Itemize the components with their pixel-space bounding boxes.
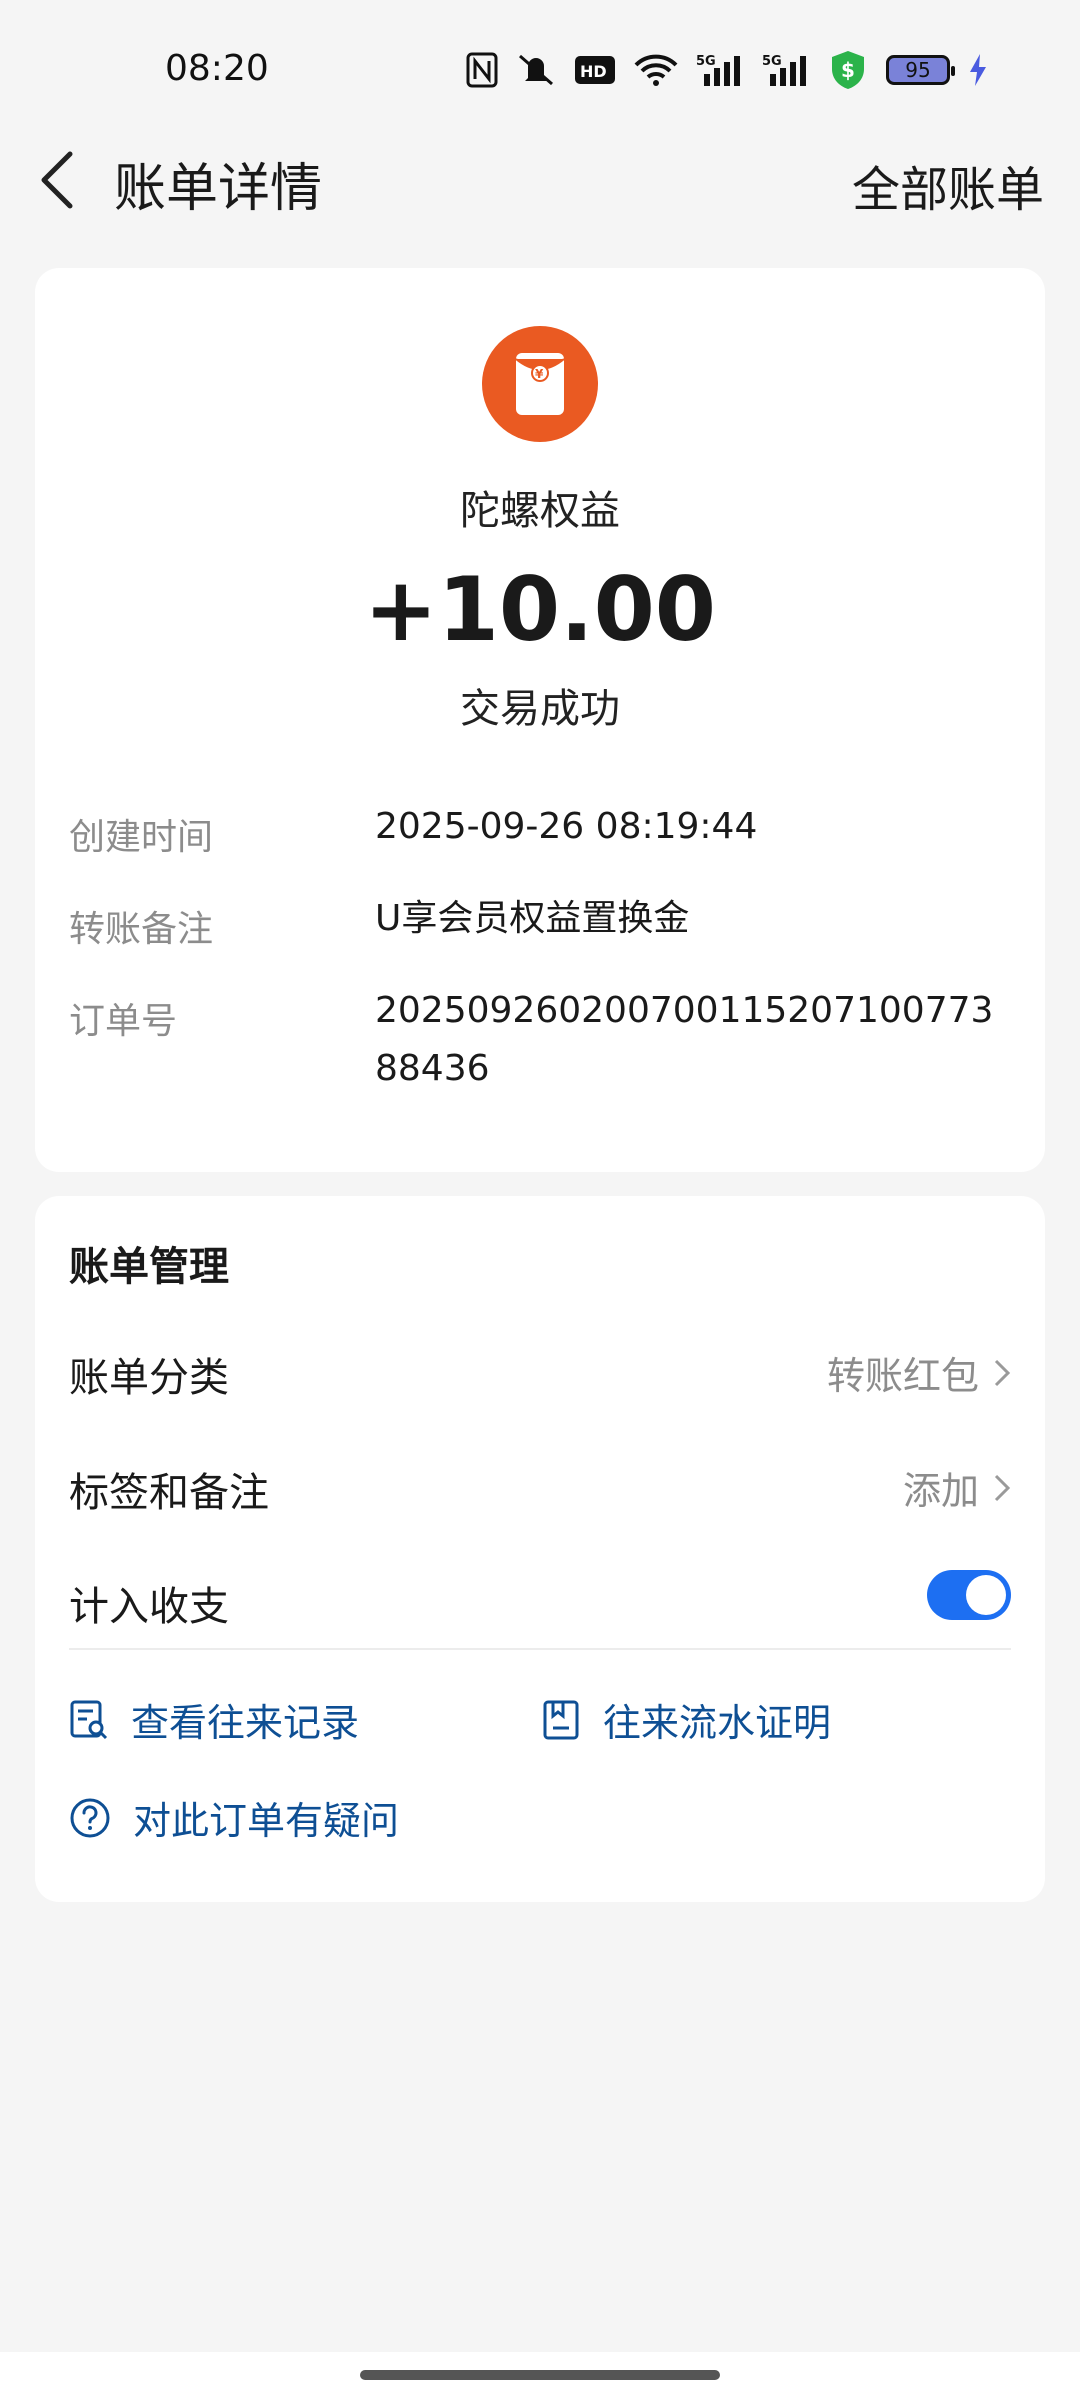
tag-remark-label: 标签和备注 [69, 1470, 269, 1516]
wifi-icon [634, 50, 678, 90]
status-bar: 08:20 HD 5G 5G $ 95 [0, 0, 1080, 140]
order-question-label: 对此订单有疑问 [133, 1799, 400, 1843]
tag-remark-value-group: 添加 [903, 1460, 1011, 1515]
detail-label: 订单号 [69, 1001, 178, 1042]
help-circle-icon [70, 1798, 110, 1837]
signal-5g-icon: 5G [696, 50, 744, 90]
chevron-right-icon [994, 1359, 1011, 1386]
transaction-status: 交易成功 [460, 686, 620, 732]
view-records-link[interactable]: 查看往来记录 [69, 1692, 359, 1747]
status-icons: HD 5G 5G $ 95 [466, 50, 988, 90]
toggle-knob [966, 1575, 1006, 1615]
tag-remark-row[interactable]: 标签和备注 添加 [69, 1446, 1011, 1526]
include-income-expense-toggle[interactable] [927, 1570, 1011, 1620]
divider [69, 1648, 1011, 1650]
detail-label: 转账备注 [69, 909, 214, 950]
detail-value: 2025-09-26 08:19:44 [375, 806, 758, 847]
mute-icon [516, 50, 556, 90]
home-indicator[interactable] [360, 2370, 720, 2380]
status-time: 08:20 [165, 48, 269, 89]
all-bills-link[interactable]: 全部账单 [852, 150, 1044, 220]
transaction-card: ¥ 陀螺权益 +10.00 交易成功 创建时间 2025-09-26 08:19… [35, 268, 1045, 1172]
detail-value: U享会员权益置换金 [375, 898, 690, 939]
bill-management-card: 账单管理 账单分类 转账红包 标签和备注 添加 计入收支 查看往来记录 往来流水… [35, 1196, 1045, 1902]
svg-text:5G: 5G [762, 54, 782, 69]
include-income-expense-label: 计入收支 [69, 1584, 229, 1630]
bill-category-row[interactable]: 账单分类 转账红包 [69, 1331, 1011, 1411]
back-button[interactable] [36, 150, 86, 210]
nfc-icon [466, 50, 498, 90]
chevron-right-icon [994, 1474, 1011, 1501]
svg-text:¥: ¥ [535, 367, 544, 381]
order-number-value[interactable]: 20250926020070011520710077388436 [375, 982, 1015, 1098]
signal-5g-icon: 5G [762, 50, 810, 90]
section-title: 账单管理 [69, 1244, 229, 1290]
include-income-expense-row: 计入收支 [69, 1560, 1011, 1640]
hd-icon: HD [574, 50, 616, 90]
battery-icon: 95 [886, 55, 955, 85]
transaction-amount: +10.00 [363, 558, 717, 661]
flow-proof-label: 往来流水证明 [603, 1701, 832, 1745]
order-question-link[interactable]: 对此订单有疑问 [69, 1790, 399, 1845]
svg-text:$: $ [841, 58, 855, 82]
svg-text:5G: 5G [696, 54, 716, 69]
flow-proof-link[interactable]: 往来流水证明 [541, 1692, 831, 1747]
shield-dollar-icon: $ [828, 50, 868, 90]
record-search-icon [70, 1700, 108, 1739]
bill-category-label: 账单分类 [69, 1355, 229, 1401]
header: 账单详情 全部账单 [0, 140, 1080, 220]
bill-category-value: 转账红包 [826, 1354, 979, 1398]
svg-text:HD: HD [580, 62, 607, 81]
merchant-avatar: ¥ [482, 326, 598, 442]
charging-icon [968, 50, 988, 90]
document-icon [543, 1700, 579, 1739]
back-arrow-icon [41, 151, 73, 209]
battery-level: 95 [905, 58, 931, 82]
merchant-name: 陀螺权益 [460, 488, 620, 534]
bill-category-value-group: 转账红包 [827, 1345, 1011, 1400]
page-title: 账单详情 [114, 159, 323, 219]
detail-label: 创建时间 [69, 817, 214, 858]
view-records-label: 查看往来记录 [131, 1701, 360, 1745]
red-packet-icon: ¥ [515, 353, 565, 415]
tag-remark-value: 添加 [902, 1469, 979, 1513]
